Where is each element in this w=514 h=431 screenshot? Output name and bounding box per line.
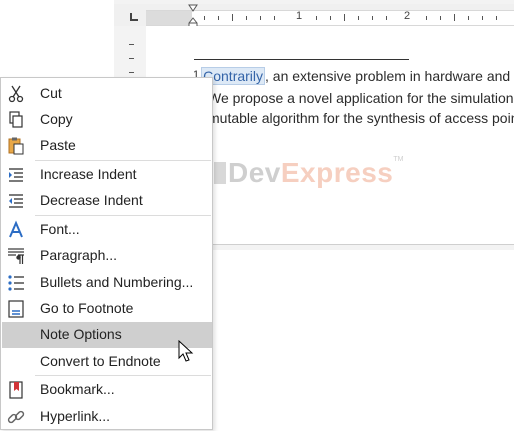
menu-separator — [35, 375, 211, 376]
menu-item-label: Copy — [40, 111, 73, 127]
menu-item-label: Note Options — [40, 326, 122, 342]
menu-item-label: Font... — [40, 221, 80, 237]
menu-item-label: Bullets and Numbering... — [40, 274, 194, 290]
menu-item-label: Decrease Indent — [40, 192, 143, 208]
ruler-number-2: 2 — [404, 10, 411, 22]
menu-item-label: Convert to Endnote — [40, 353, 161, 369]
menu-item-increase-indent[interactable]: Increase Indent — [2, 162, 212, 188]
devexpress-logo: DevExpress TM — [212, 156, 403, 188]
menu-item-label: Hyperlink... — [40, 408, 111, 424]
logo-mark-icon — [214, 162, 226, 184]
menu-item-copy[interactable]: Copy — [2, 107, 212, 133]
horizontal-ruler[interactable]: 1 2 — [114, 4, 514, 28]
menu-item-font[interactable]: Font... — [2, 217, 212, 243]
menu-item-label: Increase Indent — [40, 166, 137, 182]
context-menu: Cut Copy Paste Increase Indent Decrease … — [0, 77, 213, 430]
menu-item-hyperlink[interactable]: Hyperlink... — [2, 404, 212, 430]
mouse-cursor-icon — [178, 340, 194, 362]
menu-item-label: Paragraph... — [40, 247, 118, 263]
menu-item-bookmark[interactable]: Bookmark... — [2, 377, 212, 403]
ruler-number-1: 1 — [296, 10, 303, 22]
indent-marker-icon[interactable] — [188, 4, 198, 28]
menu-item-bullets-numbering[interactable]: Bullets and Numbering... — [2, 270, 212, 296]
ruler-body: 1 2 — [146, 10, 514, 26]
menu-item-label: Go to Footnote — [40, 300, 134, 316]
menu-separator — [35, 160, 211, 161]
hyperlink-icon — [7, 410, 25, 424]
paragraph-icon — [8, 248, 24, 264]
menu-item-cut[interactable]: Cut — [2, 81, 212, 107]
menu-item-label: Paste — [40, 137, 76, 153]
footnote-line-1[interactable]: 1 Contrarily, an extensive problem in har… — [193, 67, 514, 85]
bookmark-icon — [9, 381, 23, 399]
footnote-line-3[interactable]: mutable algorithm for the synthesis of a… — [208, 110, 514, 126]
menu-separator — [35, 215, 211, 216]
footnote-line-2[interactable]: We propose a novel application for the s… — [208, 90, 514, 106]
menu-item-paste[interactable]: Paste — [2, 133, 212, 159]
increase-indent-icon — [9, 168, 23, 182]
tab-stop-icon[interactable] — [130, 13, 138, 21]
bullets-icon — [8, 275, 24, 291]
footnote-separator — [194, 59, 409, 60]
menu-item-label: Cut — [40, 85, 62, 101]
scissors-icon — [8, 85, 24, 103]
copy-icon — [9, 111, 23, 128]
footnote-icon — [8, 300, 24, 318]
font-icon — [9, 220, 23, 238]
menu-item-decrease-indent[interactable]: Decrease Indent — [2, 188, 212, 214]
decrease-indent-icon — [9, 194, 23, 208]
menu-item-go-to-footnote[interactable]: Go to Footnote — [2, 296, 212, 322]
menu-item-label: Bookmark... — [40, 381, 115, 397]
paste-icon — [8, 137, 24, 155]
menu-item-paragraph[interactable]: Paragraph... — [2, 243, 212, 269]
